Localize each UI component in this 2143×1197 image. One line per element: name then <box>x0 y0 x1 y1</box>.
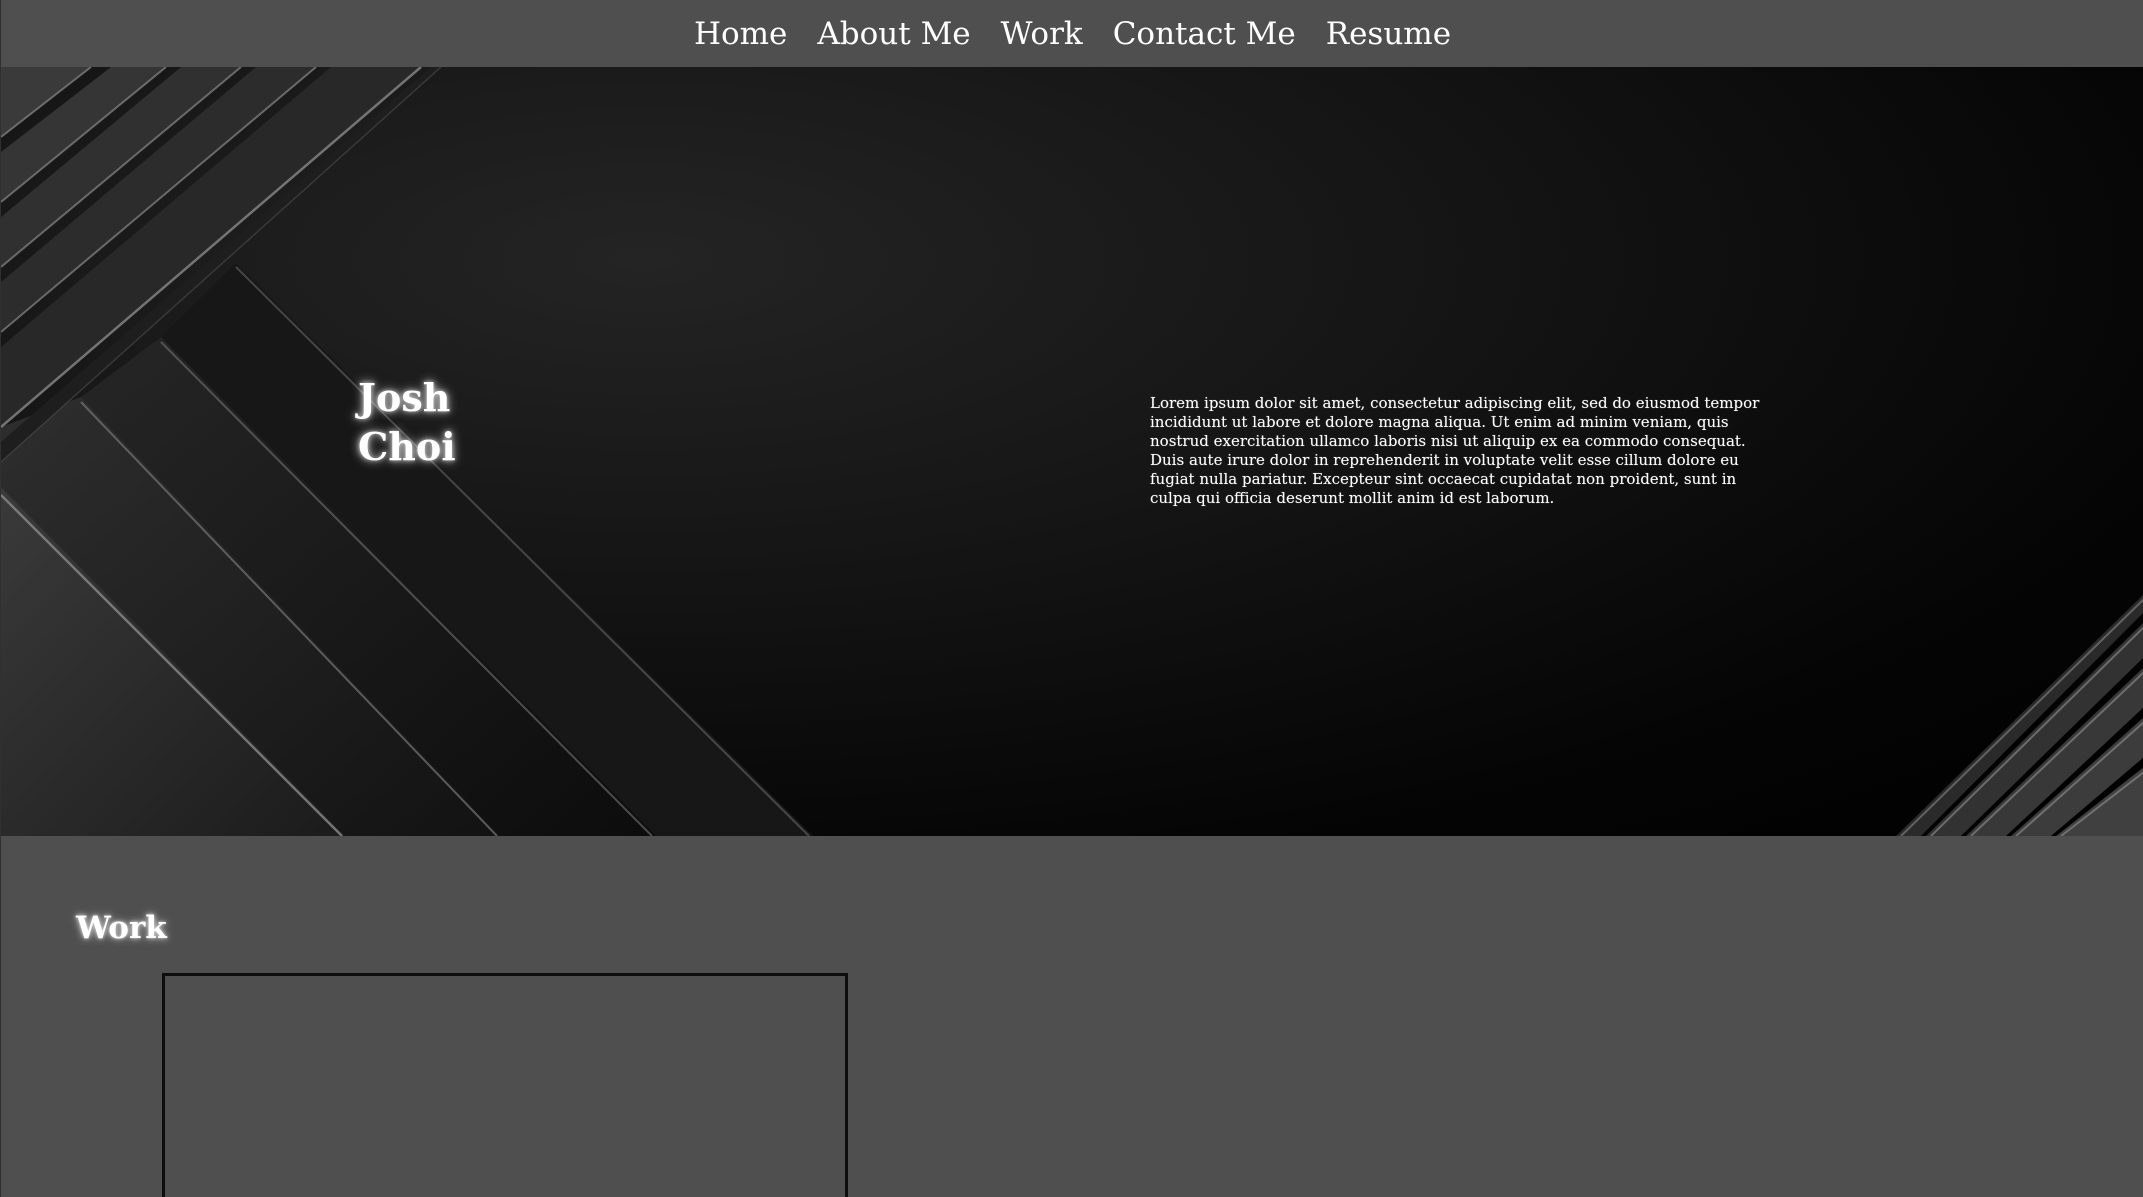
nav-contact-me-link[interactable]: Contact Me <box>1113 16 1296 52</box>
hero-background-stripes <box>1 67 2143 836</box>
nav-home-link[interactable]: Home <box>694 16 787 52</box>
work-section-title: Work <box>76 910 167 946</box>
work-section: Work <box>1 836 2143 1197</box>
work-project-card[interactable] <box>162 973 848 1197</box>
nav-about-me-link[interactable]: About Me <box>817 16 970 52</box>
hero-banner: Josh Choi Lorem ipsum dolor sit amet, co… <box>1 67 2143 836</box>
page: Home About Me Work Contact Me Resume Jos… <box>0 0 2143 1197</box>
nav-resume-link[interactable]: Resume <box>1326 16 1451 52</box>
hero-name-last: Choi <box>358 424 456 469</box>
hero-bio-text: Lorem ipsum dolor sit amet, consectetur … <box>1150 394 1760 507</box>
nav-work-link[interactable]: Work <box>1001 16 1083 52</box>
hero-name: Josh Choi <box>358 373 498 471</box>
hero-name-first: Josh <box>358 375 451 420</box>
top-nav: Home About Me Work Contact Me Resume <box>1 0 2143 67</box>
